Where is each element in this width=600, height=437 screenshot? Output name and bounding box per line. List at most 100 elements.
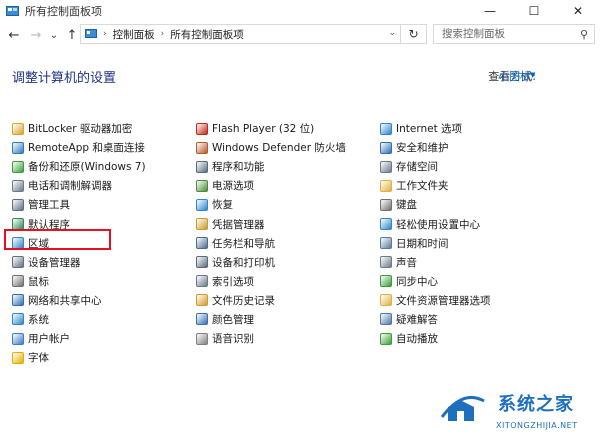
recovery-icon (196, 198, 208, 211)
control-panel-item[interactable]: 网络和共享中心 (12, 291, 146, 310)
control-panel-item[interactable]: Flash Player (32 位) (196, 119, 346, 138)
minimize-button[interactable]: — (468, 0, 512, 22)
control-panel-item[interactable]: 电话和调制解调器 (12, 176, 146, 195)
control-panel-item-label: 设备和打印机 (212, 256, 275, 269)
address-bar[interactable]: › 控制面板 › 所有控制面板项 ⌄ (80, 24, 401, 44)
control-panel-small-icon (85, 29, 97, 38)
sync-icon (380, 275, 392, 288)
printer-icon (196, 256, 208, 269)
control-panel-item[interactable]: 轻松使用设置中心 (380, 214, 491, 233)
close-button[interactable]: ✕ (556, 0, 600, 22)
control-panel-item-label: Flash Player (32 位) (212, 123, 315, 136)
storage-icon (380, 160, 392, 173)
control-panel-item[interactable]: 日期和时间 (380, 234, 491, 253)
address-dropdown-icon[interactable]: ⌄ (388, 28, 396, 38)
control-panel-item[interactable]: 疑难解答 (380, 310, 491, 329)
recent-locations-button[interactable]: ⌄ (46, 25, 62, 45)
control-panel-item[interactable]: 管理工具 (12, 195, 146, 214)
window-controls: — ☐ ✕ (468, 0, 600, 22)
navigation-bar: ← → ⌄ ↑ › 控制面板 › 所有控制面板项 ⌄ ↻ ⚲ (0, 24, 600, 46)
control-panel-item-label: 程序和功能 (212, 161, 265, 174)
control-panel-item[interactable]: 语音识别 (196, 329, 346, 348)
sound-icon (380, 256, 392, 269)
watermark: 系统之家 XITONGZHIJIA.NET (438, 383, 600, 437)
forward-button[interactable]: → (28, 25, 44, 45)
view-by-dropdown[interactable]: 小图标 (498, 68, 531, 84)
search-box[interactable]: ⚲ (433, 24, 595, 44)
control-panel-item-label: 设备管理器 (28, 256, 81, 269)
control-panel-item[interactable]: RemoteApp 和桌面连接 (12, 138, 146, 157)
breadcrumb-control-panel[interactable]: 控制面板 (113, 27, 155, 42)
control-panel-item-label: RemoteApp 和桌面连接 (28, 142, 145, 155)
credential-icon (196, 218, 208, 231)
bitlocker-icon (12, 122, 24, 135)
admin-tools-icon (12, 198, 24, 211)
control-panel-item-label: 任务栏和导航 (212, 237, 275, 250)
control-panel-item[interactable]: 自动播放 (380, 329, 491, 348)
control-panel-item[interactable]: 键盘 (380, 195, 491, 214)
control-panel-item[interactable]: 恢复 (196, 195, 346, 214)
date-time-icon (380, 237, 392, 250)
autoplay-icon (380, 332, 392, 345)
control-panel-item[interactable]: 字体 (12, 348, 146, 367)
search-icon[interactable]: ⚲ (580, 28, 588, 41)
control-panel-item[interactable]: 安全和维护 (380, 138, 491, 157)
file-history-icon (196, 294, 208, 307)
up-button[interactable]: ↑ (64, 25, 80, 45)
control-panel-item[interactable]: BitLocker 驱动器加密 (12, 119, 146, 138)
control-panel-item[interactable]: 备份和还原(Windows 7) (12, 157, 146, 176)
device-manager-icon (12, 256, 24, 269)
control-panel-item[interactable]: 凭据管理器 (196, 214, 346, 233)
control-panel-item[interactable]: 同步中心 (380, 272, 491, 291)
items-column-2: Flash Player (32 位) Windows Defender 防火墙程… (196, 119, 346, 348)
firewall-icon (196, 141, 208, 154)
maximize-button[interactable]: ☐ (512, 0, 556, 22)
control-panel-item[interactable]: 声音 (380, 253, 491, 272)
fonts-icon (12, 351, 24, 364)
control-panel-item[interactable]: 鼠标 (12, 272, 146, 291)
control-panel-item[interactable]: 系统 (12, 310, 146, 329)
remoteapp-icon (12, 141, 24, 154)
control-panel-item[interactable]: 用户帐户 (12, 329, 146, 348)
control-panel-item-label: Internet 选项 (396, 123, 463, 136)
control-panel-item-label: BitLocker 驱动器加密 (28, 123, 133, 136)
back-button[interactable]: ← (6, 25, 22, 45)
work-folders-icon (380, 179, 392, 192)
control-panel-app-icon (6, 5, 19, 16)
control-panel-item-label: 存储空间 (396, 161, 438, 174)
control-panel-item-label: 轻松使用设置中心 (396, 218, 480, 231)
control-panel-item[interactable]: 电源选项 (196, 176, 346, 195)
user-accounts-icon (12, 332, 24, 345)
control-panel-item-label: 用户帐户 (28, 333, 70, 346)
page-title: 调整计算机的设置 (12, 71, 117, 86)
flash-icon (196, 122, 208, 135)
control-panel-item[interactable]: 文件历史记录 (196, 291, 346, 310)
control-panel-item[interactable]: Windows Defender 防火墙 (196, 138, 346, 157)
control-panel-item[interactable]: 文件资源管理器选项 (380, 291, 491, 310)
control-panel-item[interactable]: 设备和打印机 (196, 253, 346, 272)
refresh-button[interactable]: ↻ (401, 24, 427, 44)
control-panel-item[interactable]: 工作文件夹 (380, 176, 491, 195)
control-panel-item[interactable]: 任务栏和导航 (196, 234, 346, 253)
control-panel-item-label: 文件历史记录 (212, 294, 275, 307)
control-panel-item-label: 备份和还原(Windows 7) (28, 161, 146, 174)
control-panel-item-label: 系统 (28, 313, 49, 326)
view-by-chevron-down-icon[interactable]: ▼ (530, 71, 535, 79)
control-panel-item-label: 疑难解答 (396, 313, 438, 326)
control-panel-item[interactable]: 程序和功能 (196, 157, 346, 176)
breadcrumb-all-items[interactable]: 所有控制面板项 (170, 27, 244, 42)
phone-modem-icon (12, 179, 24, 192)
control-panel-item-label: 鼠标 (28, 275, 49, 288)
control-panel-item-label: 日期和时间 (396, 237, 449, 250)
control-panel-item[interactable]: 颜色管理 (196, 310, 346, 329)
control-panel-item[interactable]: 存储空间 (380, 157, 491, 176)
control-panel-item[interactable]: Internet 选项 (380, 119, 491, 138)
control-panel-item-label: 声音 (396, 256, 417, 269)
control-panel-item-label: 电源选项 (212, 180, 254, 193)
control-panel-item-label: 电话和调制解调器 (28, 180, 112, 193)
control-panel-item[interactable]: 设备管理器 (12, 253, 146, 272)
search-input[interactable] (440, 27, 574, 41)
color-management-icon (196, 313, 208, 326)
control-panel-item[interactable]: 索引选项 (196, 272, 346, 291)
watermark-text: 系统之家 (498, 394, 574, 415)
